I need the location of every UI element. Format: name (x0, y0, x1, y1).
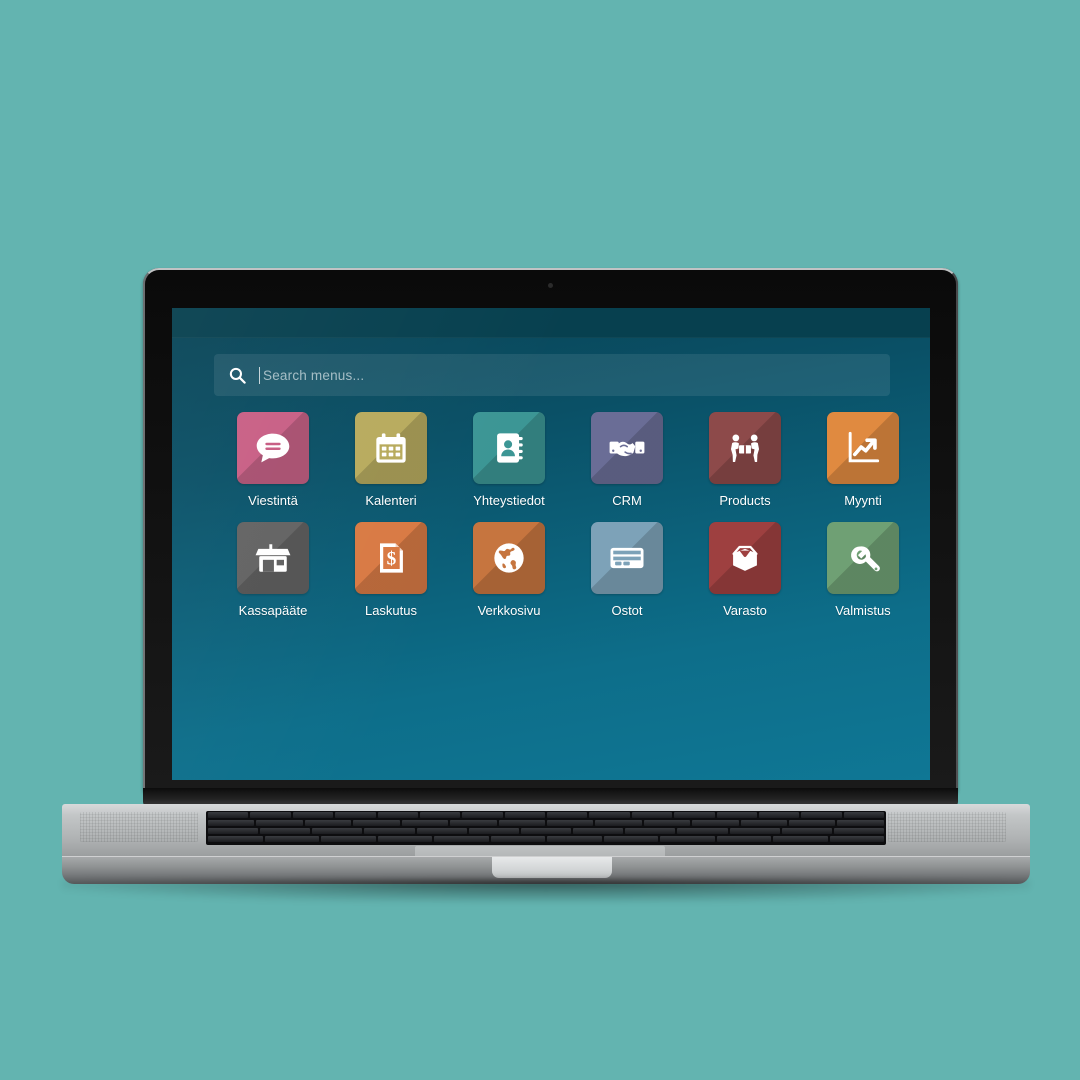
app-tile-viestinta[interactable]: Viestintä (214, 412, 332, 522)
app-label: Verkkosivu (477, 603, 541, 618)
app-tile-kalenteri[interactable]: Kalenteri (332, 412, 450, 522)
storefront-icon[interactable] (237, 522, 309, 594)
movers-box-icon[interactable] (709, 412, 781, 484)
credit-card-icon[interactable] (591, 522, 663, 594)
app-tile-myynti[interactable]: Myynti (804, 412, 922, 522)
search-text-caret (259, 366, 260, 384)
keyboard (206, 811, 886, 845)
app-tile-valmistus[interactable]: Valmistus (804, 522, 922, 632)
app-label: Yhteystiedot (473, 493, 545, 508)
app-label: Valmistus (835, 603, 891, 618)
svg-text:$: $ (387, 548, 397, 569)
screenshot-root: Search menus... Viestintä Kalenteri Yhte… (0, 0, 1080, 1080)
address-book-icon[interactable] (473, 412, 545, 484)
keyboard-row (206, 811, 886, 819)
speaker-grille-right (888, 812, 1006, 842)
app-tile-products[interactable]: Products (686, 412, 804, 522)
chat-bubble-icon[interactable] (237, 412, 309, 484)
handshake-icon[interactable] (591, 412, 663, 484)
app-label: Myynti (844, 493, 882, 508)
speaker-grille-left (80, 812, 198, 842)
app-tile-kassapaate[interactable]: Kassapääte (214, 522, 332, 632)
app-label: Kassapääte (238, 603, 308, 618)
globe-icon[interactable] (473, 522, 545, 594)
webcam-icon (548, 283, 553, 288)
keyboard-row (206, 819, 886, 827)
app-label: Varasto (723, 603, 767, 618)
search-bar[interactable]: Search menus... (214, 354, 890, 396)
invoice-dollar-icon[interactable]: $ (355, 522, 427, 594)
app-label: Ostot (611, 603, 643, 618)
app-tile-verkkosivu[interactable]: Verkkosivu (450, 522, 568, 632)
app-label: Laskutus (364, 603, 418, 618)
open-box-icon[interactable] (709, 522, 781, 594)
search-input[interactable]: Search menus... (263, 368, 364, 383)
keyboard-row (206, 835, 886, 843)
app-tile-varasto[interactable]: Varasto (686, 522, 804, 632)
calendar-icon[interactable] (355, 412, 427, 484)
app-tile-ostot[interactable]: Ostot (568, 522, 686, 632)
keyboard-row (206, 827, 886, 835)
wrench-icon[interactable] (827, 522, 899, 594)
app-tile-crm[interactable]: CRM (568, 412, 686, 522)
app-grid: Viestintä Kalenteri Yhteystiedot CRM Pro… (214, 412, 904, 632)
app-tile-yhteystiedot[interactable]: Yhteystiedot (450, 412, 568, 522)
app-topbar (172, 308, 930, 338)
app-tile-laskutus[interactable]: $ Laskutus (332, 522, 450, 632)
lid-latch-notch (492, 857, 612, 878)
search-icon (228, 366, 247, 385)
app-label: Viestintä (248, 493, 298, 508)
app-label: Kalenteri (365, 493, 417, 508)
trend-chart-icon[interactable] (827, 412, 899, 484)
laptop-device: Search menus... Viestintä Kalenteri Yhte… (0, 0, 1080, 1080)
screen-display: Search menus... Viestintä Kalenteri Yhte… (172, 308, 930, 780)
app-label: Products (719, 493, 771, 508)
app-label: CRM (612, 493, 642, 508)
drop-shadow (62, 880, 1030, 902)
